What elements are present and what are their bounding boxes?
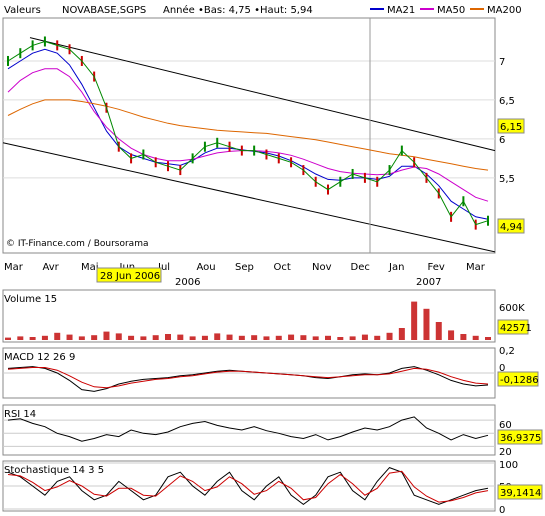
volume-bar — [91, 335, 98, 340]
marker-value: 6,15 — [500, 122, 522, 133]
last-price: 4,94 — [500, 222, 522, 233]
volume-bar — [238, 335, 245, 340]
volume-bar — [5, 337, 11, 340]
macd-pane[interactable]: MACD 12 26 9 0,2 0 -0,1286 — [2, 346, 539, 399]
volume-bar — [177, 334, 184, 340]
volume-bar — [29, 337, 36, 340]
volume-bar — [300, 335, 307, 340]
volume-bar — [152, 335, 159, 340]
volume-bar — [251, 335, 258, 340]
volume-pane-frame — [2, 289, 496, 343]
x-year-label: 2006 — [175, 277, 200, 288]
volume-bar — [189, 336, 196, 340]
rsi-pane-frame — [2, 404, 496, 456]
volume-bar — [435, 322, 442, 340]
volume-bar — [128, 335, 135, 340]
legend: MA21 MA50 MA200 — [370, 5, 522, 16]
volume-bar — [361, 334, 368, 340]
volume-bar — [472, 335, 479, 340]
volume-bar — [66, 334, 73, 340]
rsi-pane[interactable]: RSI 14 60 40 20 36,9375 — [2, 404, 543, 458]
date-tooltip: 28 Jun 2006 — [100, 271, 160, 282]
volume-bar — [485, 337, 491, 340]
x-month-label: Sep — [235, 262, 254, 273]
price-tick-label: 5,5 — [499, 174, 515, 185]
volume-bar — [214, 333, 221, 340]
volume-last: 42571 — [500, 323, 532, 334]
rsi-tick-60: 60 — [499, 420, 512, 431]
volume-bar — [386, 332, 393, 340]
rsi-tick-20: 20 — [499, 447, 512, 458]
volume-bar — [17, 336, 24, 340]
volume-bar — [423, 308, 430, 340]
volume-bar — [411, 301, 418, 340]
watermark: © IT-Finance.com / Boursorama — [6, 239, 148, 249]
rsi-last: 36,9375 — [500, 433, 541, 444]
stochastic-title: Stochastique 14 3 5 — [4, 465, 104, 476]
volume-title: Volume 15 — [4, 294, 57, 305]
volume-bar — [54, 332, 61, 340]
x-axis: MarAvrMaiJunJulAouSepOctNovDecJanFevMar2… — [4, 262, 486, 288]
stoch-last: 39,1414 — [500, 488, 541, 499]
stoch-tick-100: 100 — [499, 460, 518, 471]
price-tick-label: 6 — [499, 135, 505, 146]
header-label: Valeurs — [4, 5, 41, 16]
price-tick-label: 6,5 — [499, 96, 515, 107]
volume-bar — [263, 336, 270, 340]
price-pane-frame — [2, 17, 496, 254]
x-month-label: Mai — [81, 262, 99, 273]
macd-title: MACD 12 26 9 — [4, 352, 75, 363]
volume-bar — [448, 330, 455, 340]
volume-bar — [349, 336, 356, 340]
stochastic-pane[interactable]: Stochastique 14 3 5 100 50 0 39,1414 — [2, 460, 543, 516]
x-month-label: Mar — [4, 262, 24, 273]
x-month-label: Oct — [274, 262, 291, 273]
volume-bar — [312, 336, 319, 340]
price-tick-label: 7 — [499, 57, 505, 68]
price-pane[interactable]: 7 6,5 6 5,5 © IT-Finance.com / Boursorama V… — [2, 4, 525, 254]
volume-bar — [140, 336, 147, 340]
volume-pane[interactable]: Volume 15 600K 42571 — [2, 289, 532, 343]
volume-bar — [398, 328, 405, 340]
volume-bar — [325, 335, 331, 340]
volume-bar — [288, 334, 295, 340]
stoch-tick-0: 0 — [499, 505, 505, 516]
x-month-label: Avr — [43, 262, 60, 273]
macd-last: -0,1286 — [500, 375, 539, 386]
x-month-label: Nov — [312, 262, 332, 273]
volume-bar — [337, 337, 344, 340]
year-stats: Année •Bas: 4,75 •Haut: 5,94 — [163, 4, 313, 16]
volume-bar — [374, 335, 381, 340]
volume-bar — [41, 335, 48, 340]
volume-bar — [115, 333, 122, 340]
legend-label-ma50: MA50 — [437, 5, 465, 16]
x-month-label: Mar — [466, 262, 486, 273]
stock-chart[interactable]: 7 6,5 6 5,5 © IT-Finance.com / Boursorama V… — [0, 0, 545, 516]
legend-label-ma200: MA200 — [487, 5, 522, 16]
volume-bar — [103, 331, 110, 340]
volume-tick: 600K — [499, 303, 525, 314]
x-month-label: Jan — [388, 262, 404, 273]
x-month-label: Dec — [351, 262, 370, 273]
volume-bar — [165, 334, 171, 340]
legend-label-ma21: MA21 — [387, 5, 415, 16]
volume-bar — [460, 334, 467, 340]
x-month-label: Fev — [428, 262, 445, 273]
volume-bar — [78, 336, 85, 340]
x-month-label: Aou — [197, 262, 216, 273]
volume-bar — [226, 334, 233, 340]
volume-bar — [201, 335, 208, 340]
ticker-symbol: NOVABASE,SGPS — [62, 5, 146, 16]
macd-tick-top: 0,2 — [499, 346, 515, 357]
volume-bar — [275, 335, 282, 340]
x-year-label: 2007 — [416, 277, 441, 288]
